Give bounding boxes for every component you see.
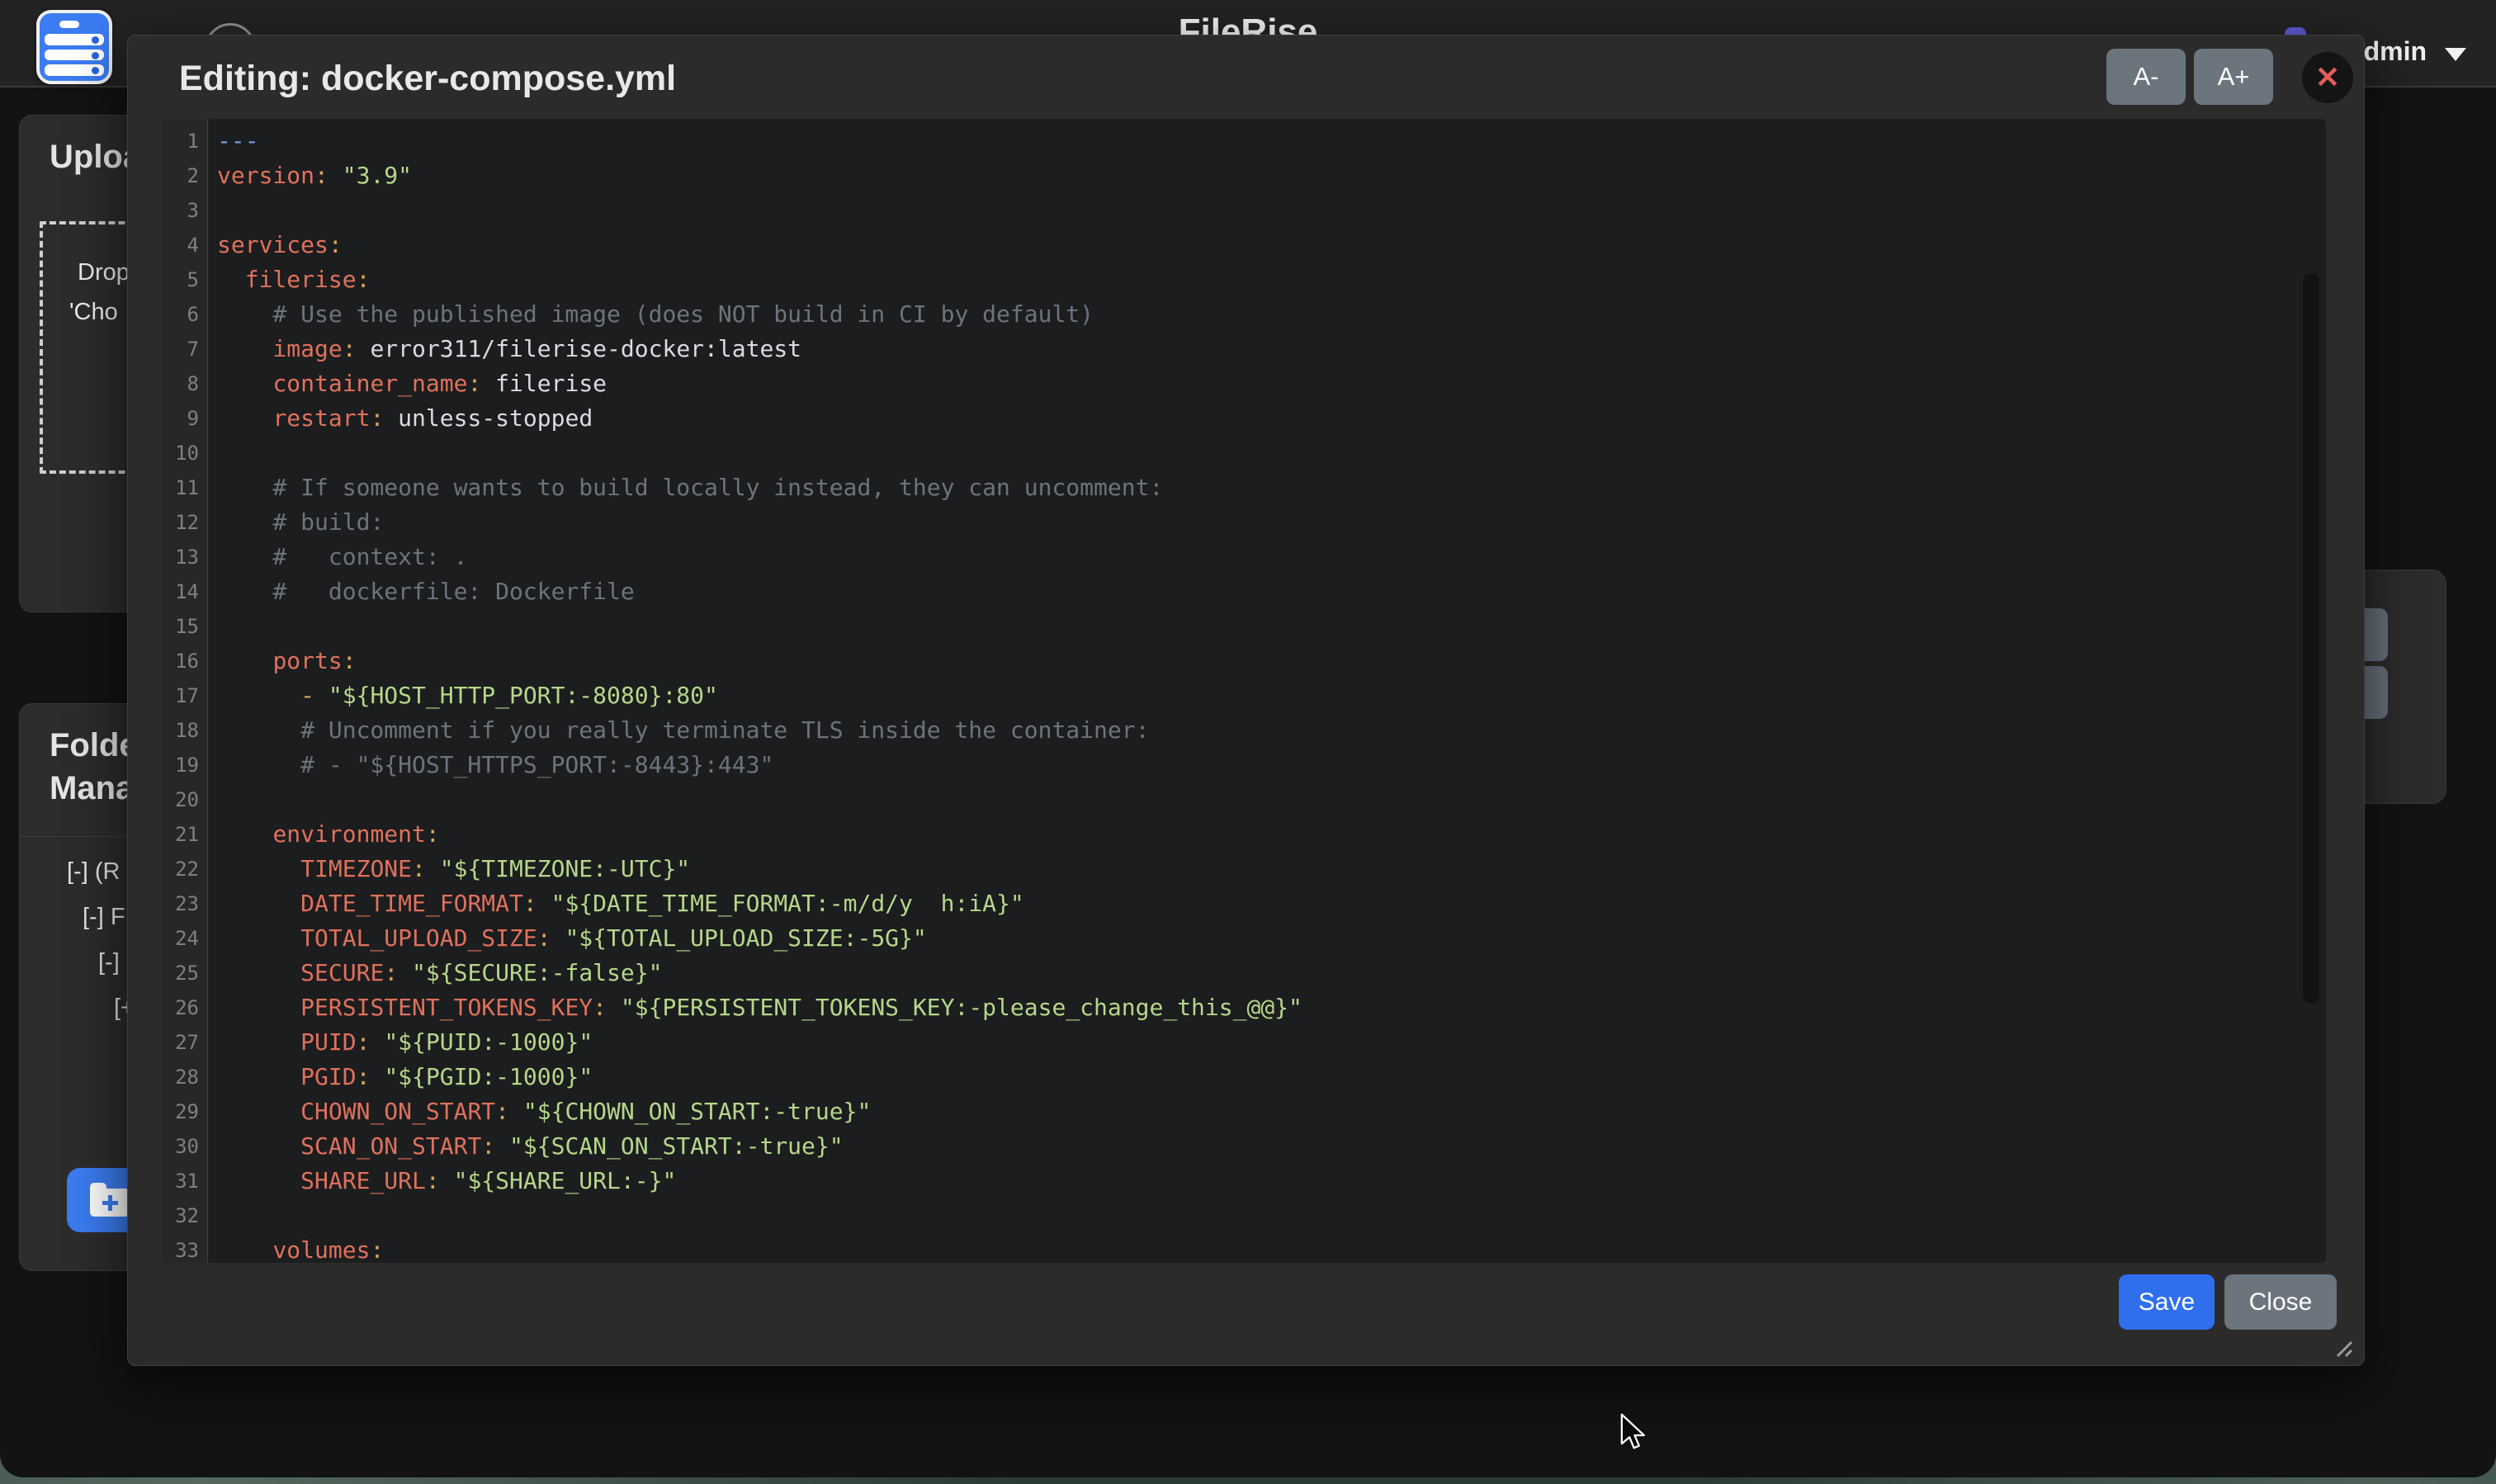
code-line[interactable] (217, 436, 2301, 470)
line-number: 18 (162, 713, 207, 748)
code-line[interactable]: SECURE: "${SECURE:-false}" (217, 956, 2301, 990)
line-number: 2 (162, 158, 207, 193)
code-line[interactable]: filerise: (217, 262, 2301, 297)
file-editor-modal: Editing: docker-compose.yml A- A+ ✕ 1234… (127, 35, 2365, 1366)
line-number: 15 (162, 609, 207, 644)
line-number: 4 (162, 228, 207, 262)
code-line[interactable]: PGID: "${PGID:-1000}" (217, 1060, 2301, 1094)
line-number: 17 (162, 678, 207, 713)
line-number: 9 (162, 401, 207, 436)
line-number: 32 (162, 1198, 207, 1233)
line-number: 12 (162, 505, 207, 540)
code-line[interactable]: services: (217, 228, 2301, 262)
code-line[interactable]: TIMEZONE: "${TIMEZONE:-UTC}" (217, 852, 2301, 886)
code-line[interactable]: ports: (217, 644, 2301, 678)
logo-drive-bar (45, 64, 104, 76)
line-number: 23 (162, 886, 207, 921)
line-number: 31 (162, 1164, 207, 1198)
code-line[interactable]: # If someone wants to build locally inst… (217, 470, 2301, 505)
code-line[interactable]: # dockerfile: Dockerfile (217, 574, 2301, 609)
line-number: 29 (162, 1094, 207, 1129)
font-increase-button[interactable]: A+ (2194, 49, 2273, 105)
code-line[interactable] (217, 609, 2301, 644)
save-button[interactable]: Save (2119, 1274, 2215, 1330)
line-number: 16 (162, 644, 207, 678)
code-line[interactable]: - "${HOST_HTTP_PORT:-8080}:80" (217, 678, 2301, 713)
code-line[interactable]: --- (217, 124, 2301, 158)
resize-handle[interactable] (2329, 1334, 2352, 1357)
folder-plus-icon (90, 1189, 130, 1217)
code-line[interactable]: environment: (217, 817, 2301, 852)
line-number: 8 (162, 366, 207, 401)
code-line[interactable]: CHOWN_ON_START: "${CHOWN_ON_START:-true}… (217, 1094, 2301, 1129)
editor-scrollbar-thumb[interactable] (2303, 273, 2319, 1004)
code-line[interactable] (217, 193, 2301, 228)
code-line[interactable]: volumes: (217, 1233, 2301, 1263)
line-number: 1 (162, 124, 207, 158)
code-line[interactable]: TOTAL_UPLOAD_SIZE: "${TOTAL_UPLOAD_SIZE:… (217, 921, 2301, 956)
line-number: 20 (162, 782, 207, 817)
line-number: 3 (162, 193, 207, 228)
code-line[interactable]: # build: (217, 505, 2301, 540)
close-button[interactable]: Close (2224, 1274, 2337, 1330)
line-number: 13 (162, 540, 207, 574)
line-number: 6 (162, 297, 207, 332)
mouse-cursor (1619, 1413, 1647, 1451)
code-line[interactable] (217, 1198, 2301, 1233)
line-number: 5 (162, 262, 207, 297)
line-number: 25 (162, 956, 207, 990)
desktop-wallpaper: FileRise admin Upload Drop 'Cho Folder M… (0, 0, 2496, 1484)
code-line[interactable]: # Uncomment if you really terminate TLS … (217, 713, 2301, 748)
code-line[interactable]: SCAN_ON_START: "${SCAN_ON_START:-true}" (217, 1129, 2301, 1164)
chevron-down-icon[interactable] (2445, 48, 2466, 61)
logo-drive-bar (45, 50, 104, 61)
code-line[interactable]: image: error311/filerise-docker:latest (217, 332, 2301, 366)
code-line[interactable] (217, 782, 2301, 817)
code-line[interactable]: restart: unless-stopped (217, 401, 2301, 436)
editor-modal-title: Editing: docker-compose.yml (179, 59, 676, 99)
logo-top-slot (45, 18, 104, 30)
logo-drive-bar (45, 34, 104, 45)
code-line[interactable]: PERSISTENT_TOKENS_KEY: "${PERSISTENT_TOK… (217, 990, 2301, 1025)
line-number: 21 (162, 817, 207, 852)
close-icon[interactable]: ✕ (2302, 52, 2353, 103)
line-number: 24 (162, 921, 207, 956)
line-number-gutter: 1234567891011121314151617181920212223242… (162, 119, 208, 1263)
code-line[interactable]: version: "3.9" (217, 158, 2301, 193)
code-line[interactable]: DATE_TIME_FORMAT: "${DATE_TIME_FORMAT:-m… (217, 886, 2301, 921)
line-number: 28 (162, 1060, 207, 1094)
line-number: 33 (162, 1233, 207, 1263)
line-number: 26 (162, 990, 207, 1025)
dropzone-text: Drop (78, 259, 130, 286)
line-number: 10 (162, 436, 207, 470)
code-line[interactable]: SHARE_URL: "${SHARE_URL:-}" (217, 1164, 2301, 1198)
code-area[interactable]: ---version: "3.9" services: filerise: # U… (217, 124, 2301, 1263)
font-decrease-button[interactable]: A- (2106, 49, 2186, 105)
dropzone-text: 'Cho (69, 299, 118, 326)
code-line[interactable]: # context: . (217, 540, 2301, 574)
filerise-logo-icon (36, 10, 112, 84)
line-number: 14 (162, 574, 207, 609)
line-number: 30 (162, 1129, 207, 1164)
line-number: 19 (162, 748, 207, 782)
code-editor[interactable]: 1234567891011121314151617181920212223242… (162, 119, 2326, 1263)
line-number: 11 (162, 470, 207, 505)
code-line[interactable]: PUID: "${PUID:-1000}" (217, 1025, 2301, 1060)
line-number: 27 (162, 1025, 207, 1060)
code-line[interactable]: # Use the published image (does NOT buil… (217, 297, 2301, 332)
code-line[interactable]: container_name: filerise (217, 366, 2301, 401)
filerise-app-window: FileRise admin Upload Drop 'Cho Folder M… (0, 0, 2496, 1477)
line-number: 22 (162, 852, 207, 886)
line-number: 7 (162, 332, 207, 366)
code-line[interactable]: # - "${HOST_HTTPS_PORT:-8443}:443" (217, 748, 2301, 782)
